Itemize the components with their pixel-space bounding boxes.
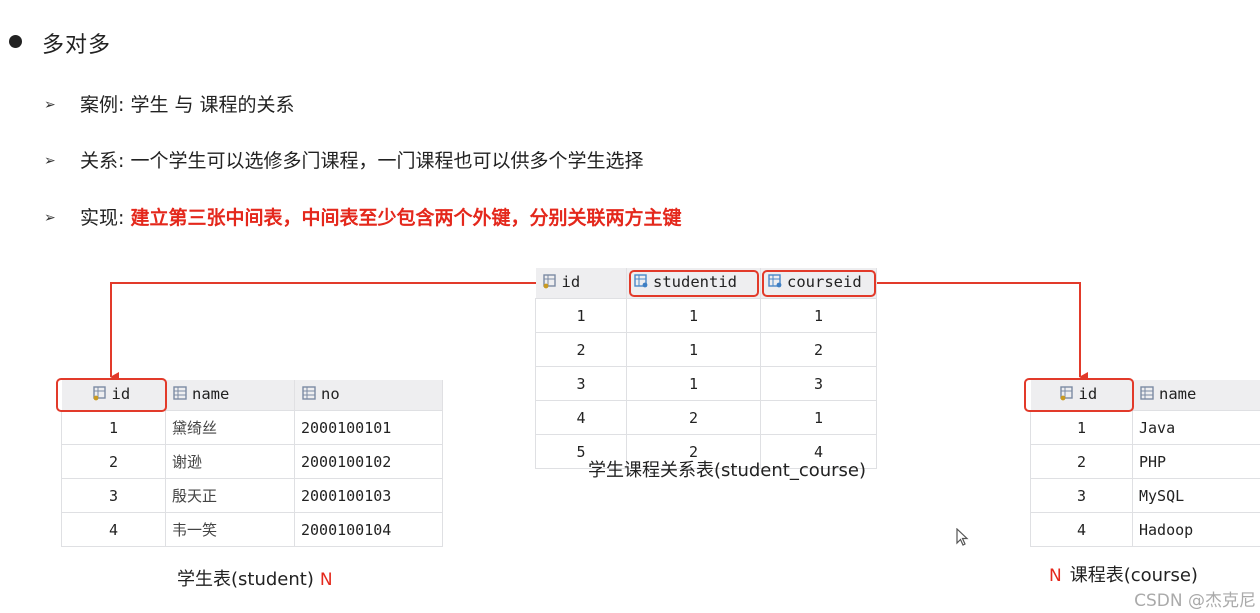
- course-table-caption: N 课程表(course): [1049, 561, 1198, 587]
- column-header: id: [535, 268, 627, 299]
- primary-key-icon: [542, 273, 558, 293]
- course-fk-connector: [875, 282, 1088, 382]
- caption-text: 课程表(course): [1069, 565, 1198, 586]
- mouse-cursor-icon: [956, 527, 970, 552]
- column-icon: [172, 385, 188, 405]
- table-row: 421: [535, 400, 877, 435]
- relation-table: id studentid courseid 111 212 313 421 52…: [535, 268, 877, 469]
- table-row: 212: [535, 332, 877, 367]
- student-pk-highlight: [56, 378, 167, 412]
- course-pk-highlight: [1024, 378, 1134, 412]
- studentid-fk-highlight: [629, 270, 759, 297]
- column-header: no: [294, 380, 443, 411]
- table-row: 1 Java: [1030, 410, 1260, 445]
- table-row: 4 韦一笑 2000100104: [61, 512, 443, 547]
- student-table-caption: 学生表(student) N: [177, 565, 333, 591]
- table-row: 313: [535, 366, 877, 401]
- caption-text: 学生表(student): [177, 569, 314, 590]
- cardinality-label: N: [1049, 566, 1062, 586]
- column-header: name: [165, 380, 295, 411]
- table-row: 4 Hadoop: [1030, 512, 1260, 547]
- column-header: name: [1132, 380, 1260, 411]
- table-row: 1 黛绮丝 2000100101: [61, 410, 443, 445]
- slide: 多对多 ➢ 案例: 学生 与 课程的关系 ➢ 关系: 一个学生可以选修多门课程，一门…: [0, 0, 1260, 613]
- relation-table-caption: 学生课程关系表(student_course): [588, 460, 867, 481]
- courseid-fk-highlight: [762, 270, 876, 297]
- table-row: 2 谢逊 2000100102: [61, 444, 443, 479]
- watermark: CSDN @杰克尼: [1134, 591, 1256, 611]
- column-icon: [301, 385, 317, 405]
- table-row: 3 MySQL: [1030, 478, 1260, 513]
- cardinality-label: N: [319, 570, 333, 590]
- table-row: 111: [535, 298, 877, 333]
- table-row: 3 殷天正 2000100103: [61, 478, 443, 513]
- column-icon: [1139, 385, 1155, 405]
- table-row: 2 PHP: [1030, 444, 1260, 479]
